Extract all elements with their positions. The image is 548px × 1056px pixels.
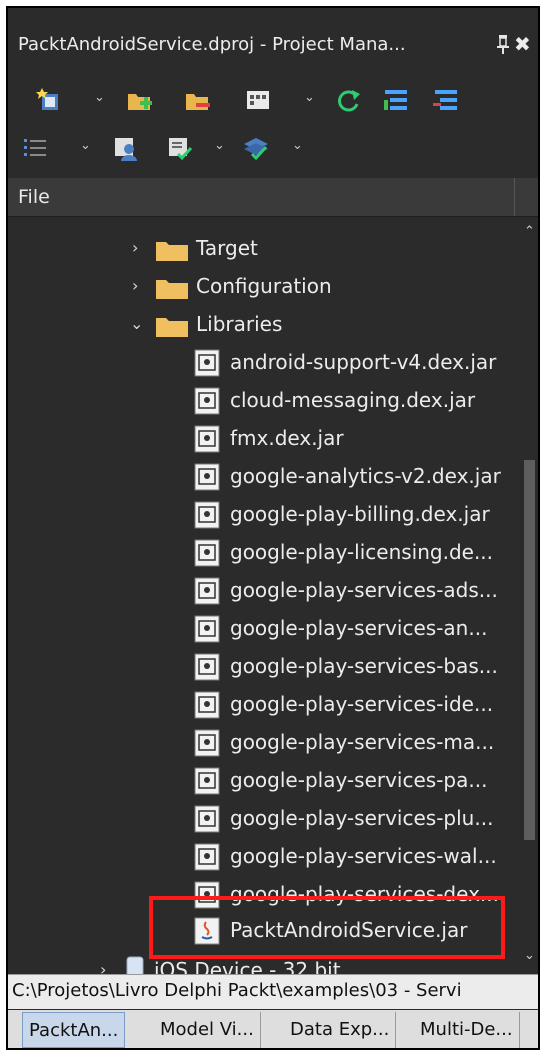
tab-bar: PacktAn... Model Vi... Data Exp... Multi… bbox=[8, 1010, 538, 1048]
jar-file-icon bbox=[194, 843, 220, 871]
window-title: PacktAndroidService.dproj - Project Mana… bbox=[18, 34, 406, 55]
folder-icon bbox=[156, 280, 188, 299]
chevron-down-icon[interactable]: ⌄ bbox=[130, 314, 143, 333]
tree-item-label: google-play-licensing.de... bbox=[230, 540, 494, 564]
tree-item-label: google-play-services-pa... bbox=[230, 768, 488, 792]
add-folder-icon[interactable] bbox=[126, 86, 154, 114]
project-manager-panel: PacktAndroidService.dproj - Project Mana… bbox=[6, 6, 540, 1050]
tree-item-label: google-play-services-wal... bbox=[230, 844, 497, 868]
pin-icon[interactable] bbox=[496, 34, 510, 54]
tree-item-jar-file[interactable]: google-play-billing.dex.jar bbox=[8, 496, 518, 534]
tree-item-jar-file[interactable]: google-play-services-ads... bbox=[8, 572, 518, 610]
tree-item-label: google-play-services-an... bbox=[230, 616, 488, 640]
jar-file-icon bbox=[194, 615, 220, 643]
jar-file-icon bbox=[194, 691, 220, 719]
tree-item-configuration[interactable]: › Configuration bbox=[8, 268, 518, 306]
toolbar-bottom: ⌄ ⌄ ⌄ bbox=[8, 126, 538, 172]
tree-item-label: google-analytics-v2.dex.jar bbox=[230, 464, 501, 488]
scroll-down-icon[interactable]: ⌄ bbox=[524, 948, 535, 963]
tree-item-label: google-play-services-ma... bbox=[230, 730, 495, 754]
chevron-down-icon[interactable]: ⌄ bbox=[80, 138, 91, 153]
column-header-file[interactable]: File bbox=[18, 186, 50, 208]
tab-model-view[interactable]: Model Vi... bbox=[154, 1012, 261, 1048]
tab-multi-device[interactable]: Multi-De... bbox=[414, 1012, 520, 1048]
toolbar-top: ⌄ ⌄ bbox=[8, 78, 538, 124]
tree-item-jar-file[interactable]: google-play-services-wal... bbox=[8, 838, 518, 876]
jar-file-icon bbox=[194, 805, 220, 833]
column-header[interactable]: File bbox=[8, 178, 538, 217]
tab-data-explorer[interactable]: Data Exp... bbox=[284, 1012, 397, 1048]
path-bar: C:\Projetos\Livro Delphi Packt\examples\… bbox=[8, 974, 538, 1009]
jar-file-icon bbox=[194, 425, 220, 453]
tree-item-label: Target bbox=[196, 236, 258, 260]
tree-item-jar-file[interactable]: android-support-v4.dex.jar bbox=[8, 344, 518, 382]
expand-icon[interactable] bbox=[382, 86, 410, 114]
tree-item-target[interactable]: › Target bbox=[8, 230, 518, 268]
chevron-down-icon[interactable]: ⌄ bbox=[304, 90, 315, 105]
tree-item-label: google-play-services-plu... bbox=[230, 806, 494, 830]
tree-item-jar-file[interactable]: google-play-services-bas... bbox=[8, 648, 518, 686]
close-icon[interactable]: ✖ bbox=[514, 32, 531, 56]
project-path: C:\Projetos\Livro Delphi Packt\examples\… bbox=[12, 980, 462, 1001]
jar-file-icon bbox=[194, 501, 220, 529]
jar-file-icon bbox=[194, 539, 220, 567]
chevron-right-icon[interactable]: › bbox=[132, 238, 138, 257]
tree-item-jar-file[interactable]: google-play-services-an... bbox=[8, 610, 518, 648]
folder-icon bbox=[156, 242, 188, 261]
project-tree: › Target › Configuration ⌄ Libraries and… bbox=[8, 218, 538, 976]
tree-item-label: google-play-billing.dex.jar bbox=[230, 502, 490, 526]
refresh-icon[interactable] bbox=[334, 86, 362, 114]
jar-file-icon bbox=[194, 767, 220, 795]
layers-icon[interactable] bbox=[242, 134, 270, 162]
jar-file-icon bbox=[194, 463, 220, 491]
title-bar: PacktAndroidService.dproj - Project Mana… bbox=[8, 8, 538, 80]
column-divider bbox=[514, 178, 515, 216]
chevron-down-icon[interactable]: ⌄ bbox=[94, 90, 105, 105]
tree-item-label: fmx.dex.jar bbox=[230, 426, 344, 450]
tree-item-label: google-play-services-ide... bbox=[230, 692, 494, 716]
device-icon bbox=[126, 956, 144, 976]
tree-item-jar-file[interactable]: cloud-messaging.dex.jar bbox=[8, 382, 518, 420]
new-item-icon[interactable] bbox=[36, 86, 64, 114]
chevron-down-icon[interactable]: ⌄ bbox=[214, 138, 225, 153]
tree-item-libraries[interactable]: ⌄ Libraries bbox=[8, 306, 518, 344]
jar-file-icon bbox=[194, 577, 220, 605]
jar-file-icon bbox=[194, 729, 220, 757]
tab-project-manager[interactable]: PacktAn... bbox=[22, 1012, 126, 1048]
jar-file-icon bbox=[194, 387, 220, 415]
tree-item-jar-file[interactable]: google-play-services-ma... bbox=[8, 724, 518, 762]
tree-item-jar-file[interactable]: fmx.dex.jar bbox=[8, 420, 518, 458]
deploy-icon[interactable] bbox=[166, 134, 194, 162]
collapse-icon[interactable] bbox=[432, 86, 460, 114]
build-order-icon[interactable] bbox=[20, 134, 48, 162]
view-icon[interactable] bbox=[244, 86, 272, 114]
jar-file-icon bbox=[194, 653, 220, 681]
red-highlight-box bbox=[149, 896, 505, 959]
tree-item-label: google-play-services-bas... bbox=[230, 654, 498, 678]
tree-item-jar-file[interactable]: google-analytics-v2.dex.jar bbox=[8, 458, 518, 496]
tree-item-jar-file[interactable]: google-play-services-plu... bbox=[8, 800, 518, 838]
chevron-down-icon[interactable]: ⌄ bbox=[292, 138, 303, 153]
tree-item-label: google-play-services-ads... bbox=[230, 578, 498, 602]
tree-item-label: cloud-messaging.dex.jar bbox=[230, 388, 476, 412]
scroll-up-icon[interactable]: ⌃ bbox=[524, 224, 535, 239]
tree-item-jar-file[interactable]: google-play-services-pa... bbox=[8, 762, 518, 800]
tree-item-label: Configuration bbox=[196, 274, 332, 298]
tree-item-label: android-support-v4.dex.jar bbox=[230, 350, 497, 374]
tree-item-jar-file[interactable]: google-play-licensing.de... bbox=[8, 534, 518, 572]
folder-open-icon bbox=[156, 318, 188, 337]
tree-item-label: Libraries bbox=[196, 312, 283, 336]
jar-file-icon bbox=[194, 349, 220, 377]
chevron-right-icon[interactable]: › bbox=[132, 276, 138, 295]
tree-item-jar-file[interactable]: google-play-services-ide... bbox=[8, 686, 518, 724]
remove-folder-icon[interactable] bbox=[184, 86, 212, 114]
scrollbar-thumb[interactable] bbox=[524, 460, 535, 840]
user-icon[interactable] bbox=[112, 134, 140, 162]
